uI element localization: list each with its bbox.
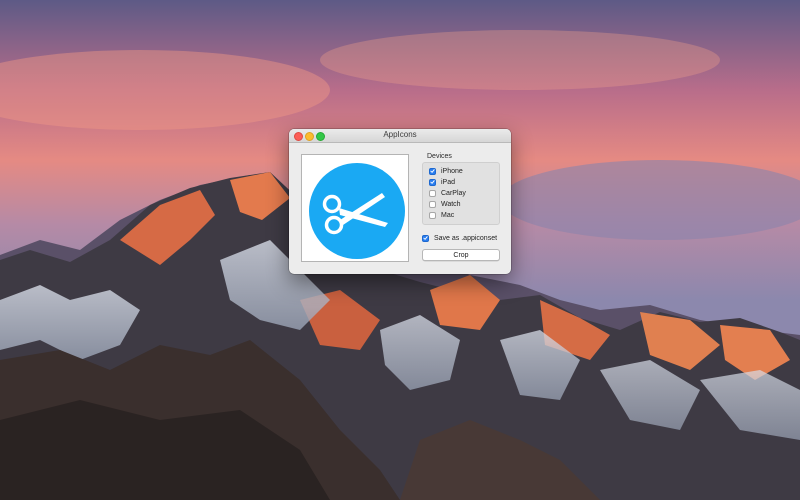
- carplay-label: CarPlay: [441, 189, 466, 197]
- image-well[interactable]: [301, 154, 409, 262]
- devices-group-label: Devices: [427, 153, 452, 160]
- appicons-window: AppIcons Devices iPhone iPad CarPlay Wat…: [289, 129, 511, 274]
- checkbox-carplay[interactable]: CarPlay: [429, 188, 466, 198]
- watch-checkbox[interactable]: [429, 200, 436, 208]
- checkmark-icon: [423, 236, 428, 240]
- carplay-checkbox[interactable]: [429, 189, 436, 197]
- title-bar[interactable]: AppIcons: [289, 129, 511, 143]
- checkbox-iphone[interactable]: iPhone: [429, 166, 463, 176]
- iphone-label: iPhone: [441, 167, 463, 175]
- save-appiconset-label: Save as .appiconset: [434, 234, 498, 242]
- checkbox-mac[interactable]: Mac: [429, 210, 454, 220]
- checkbox-ipad[interactable]: iPad: [429, 177, 455, 187]
- checkbox-watch[interactable]: Watch: [429, 199, 461, 209]
- mac-label: Mac: [441, 211, 455, 219]
- scissors-icon: [322, 193, 388, 235]
- watch-label: Watch: [441, 200, 461, 208]
- crop-button[interactable]: Crop: [422, 249, 500, 261]
- checkmark-icon: [430, 169, 435, 173]
- mac-checkbox[interactable]: [429, 211, 436, 219]
- ipad-checkbox[interactable]: [429, 178, 436, 186]
- checkmark-icon: [430, 180, 435, 184]
- save-appiconset-checkbox[interactable]: [422, 234, 429, 242]
- window-title: AppIcons: [383, 130, 417, 139]
- ipad-label: iPad: [441, 178, 456, 186]
- checkbox-save-appiconset[interactable]: Save as .appiconset: [422, 233, 497, 243]
- iphone-checkbox[interactable]: [429, 167, 436, 175]
- app-icon-preview: [309, 163, 405, 259]
